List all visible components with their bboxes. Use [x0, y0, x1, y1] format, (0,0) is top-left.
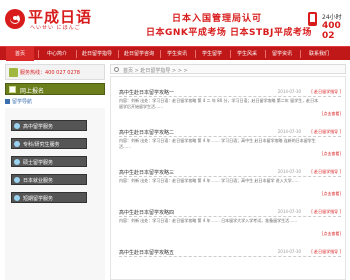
- site-header: 平成日语 へいせい にほんご 日本入国管理局认可 日本GNK平成考场 日本STB…: [0, 0, 350, 46]
- article-category-link[interactable]: [ 赴日留学指导 ]: [311, 89, 341, 95]
- sidebar-item-label: 高中留学服务: [23, 124, 54, 130]
- article-category-link[interactable]: [ 赴日留学指导 ]: [311, 249, 341, 255]
- breadcrumb-bar: 首页 > 赴日留学指导 > > >: [110, 64, 346, 74]
- globe-icon: [14, 177, 20, 183]
- article-summary: 内容：刘新 出处：学习日语：赴日留学攻略 第 4 年 …… 日本留学大学入学考试…: [119, 218, 298, 223]
- nav-item-student-study[interactable]: 学生留学: [197, 47, 227, 61]
- article-date: 2014-07-30: [277, 249, 301, 254]
- article-category-link[interactable]: [ 赴日留学指导 ]: [311, 209, 341, 215]
- sidebar-item-employment[interactable]: 日本就业服务: [11, 174, 87, 185]
- breadcrumb: 首页 > 赴日留学指导 > > >: [123, 68, 188, 74]
- article-divider: [119, 256, 341, 257]
- article-category-link[interactable]: [ 赴日留学指导 ]: [311, 169, 341, 175]
- nav-item-about[interactable]: 中心简介: [40, 47, 74, 61]
- sidebar-item-label: 短期留学服务: [23, 196, 54, 202]
- phone-icon: [308, 12, 317, 26]
- article-detail-link[interactable]: [点击查看]: [322, 231, 341, 237]
- nav-item-student-info[interactable]: 学生资讯: [162, 47, 192, 61]
- article-divider: [119, 216, 341, 217]
- hotline-icon: [9, 68, 18, 77]
- signup-button[interactable]: 网上报名: [5, 83, 105, 95]
- article-title[interactable]: 高中生赴日本留学攻略二: [119, 129, 174, 136]
- main-content: 首页 > 赴日留学指导 > > > 高中生赴日本留学攻略一 2014-07-30…: [110, 64, 346, 280]
- sidebar-hotline-text: 服务热线：400 027 0278: [20, 70, 80, 76]
- slogan-secondary: 日本GNK平成考场 日本STBJ平成考场: [146, 28, 312, 38]
- signup-icon: [9, 86, 16, 93]
- article-title[interactable]: 高中生赴日本留学攻略一: [119, 89, 174, 96]
- logo-mark: [10, 13, 20, 23]
- nav-item-study-news[interactable]: 留学资讯: [267, 47, 297, 61]
- section-title-label: 留学导航: [12, 99, 33, 105]
- sidebar-item-label: 专科/研究生服务: [23, 142, 60, 148]
- nav-item-study-consult[interactable]: 赴日留学咨询: [120, 47, 158, 61]
- article-summary: 内容：刘新 出处：学习日语：赴日留学攻略 第 4 二 年 80 分，学习日语；赴…: [119, 98, 319, 109]
- sidebar-section-title: 留学导航: [5, 98, 32, 105]
- main-nav: 首页 中心简介 赴日留学指导 赴日留学咨询 学生资讯 学生留学 学生风采 留学资…: [0, 46, 350, 61]
- sidebar-item-highschool[interactable]: 高中留学服务: [11, 120, 87, 131]
- article-divider: [119, 96, 341, 97]
- globe-icon: [14, 195, 20, 201]
- nav-item-student-style[interactable]: 学生风采: [232, 47, 262, 61]
- article-list: 高中生赴日本留学攻略一 2014-07-30 [ 赴日留学指导 ] 内容：刘新 …: [110, 76, 346, 280]
- sidebar-item-college[interactable]: 专科/研究生服务: [11, 138, 87, 149]
- sidebar: 服务热线：400 027 0278 网上报名 留学导航 高中留学服务 专科/研究…: [5, 64, 105, 280]
- article-summary: 内容：刘新 出处：学习日语：赴日留学攻略 第 4 年 …… 学习日语；高中生 赴…: [119, 138, 316, 149]
- article-date: 2014-07-30: [277, 169, 301, 174]
- nav-item-home[interactable]: 首页: [6, 47, 34, 61]
- sidebar-item-master[interactable]: 硕士留学服务: [11, 156, 87, 167]
- sidebar-item-label: 日本就业服务: [23, 178, 54, 184]
- section-arrow-icon: [5, 99, 10, 104]
- globe-icon: [14, 159, 20, 165]
- article-summary: 内容：刘新 出处：学习日语：赴日留学攻略 第 4 年 …… 学习日语；高中生 赴…: [119, 178, 300, 183]
- article-detail-link[interactable]: [点击查看]: [322, 111, 341, 117]
- nav-item-contact[interactable]: 联系我们: [302, 47, 336, 61]
- nav-item-study-guide[interactable]: 赴日留学指导: [78, 47, 116, 61]
- slogan-primary: 日本入国管理局认可: [172, 14, 263, 24]
- sidebar-hotline: 服务热线：400 027 0278: [5, 64, 105, 80]
- sidebar-item-label: 硕士留学服务: [23, 160, 54, 166]
- article-date: 2014-07-30: [277, 129, 301, 134]
- article-title[interactable]: 高中生赴日本留学攻略五: [119, 249, 174, 256]
- location-icon: [114, 67, 119, 72]
- signup-label: 网上报名: [20, 88, 45, 95]
- article-title[interactable]: 高中生赴日本留学攻略四: [119, 209, 174, 216]
- globe-icon: [14, 123, 20, 129]
- article-detail-link[interactable]: [点击查看]: [322, 191, 341, 197]
- article-detail-link[interactable]: [点击查看]: [322, 151, 341, 157]
- article-divider: [119, 136, 341, 137]
- sidebar-menu: 高中留学服务 专科/研究生服务 硕士留学服务 日本就业服务 短期留学服务: [5, 108, 105, 280]
- hotline-number: 400 02: [322, 21, 341, 41]
- sidebar-item-short-term[interactable]: 短期留学服务: [11, 192, 87, 203]
- article-title[interactable]: 高中生赴日本留学攻略三: [119, 169, 174, 176]
- hotline-label: 24小时: [322, 14, 342, 21]
- article-date: 2014-07-30: [277, 209, 301, 214]
- globe-icon: [14, 141, 20, 147]
- article-date: 2014-07-30: [277, 89, 301, 94]
- logo-subtitle: へいせい にほんご: [30, 25, 81, 31]
- article-category-link[interactable]: [ 赴日留学指导 ]: [311, 129, 341, 135]
- article-divider: [119, 176, 341, 177]
